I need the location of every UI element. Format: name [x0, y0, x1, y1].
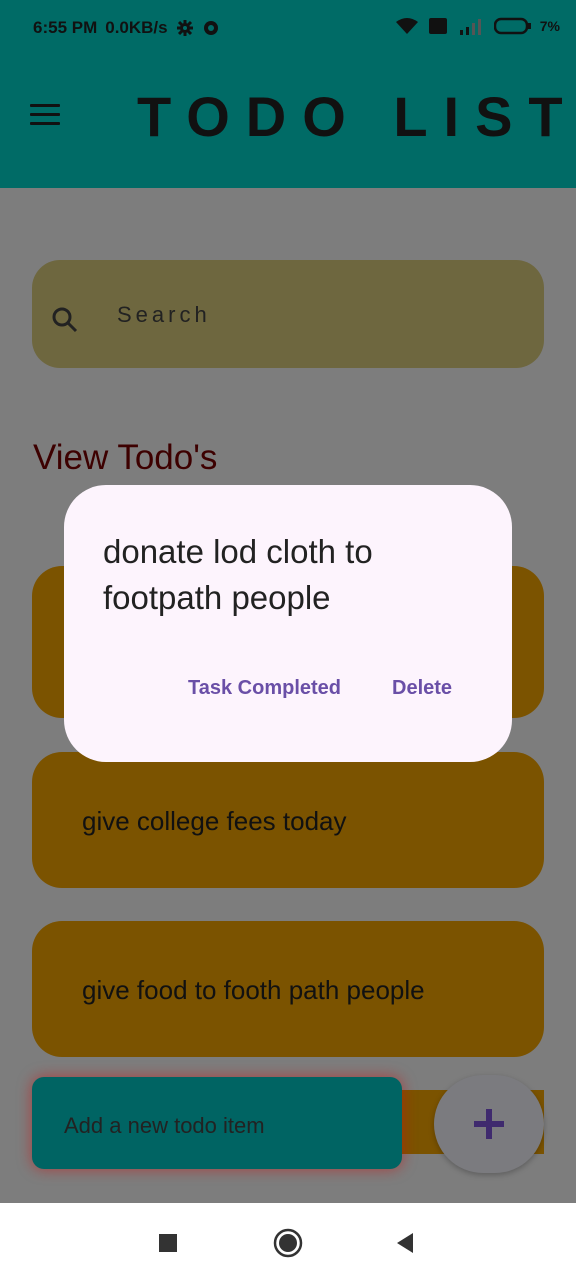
signal-4g-icon: [459, 19, 481, 35]
plus-icon: [474, 1109, 504, 1139]
battery-percent: 7%: [539, 18, 560, 34]
status-bar: 6:55 PM 0.0KB/s 7%: [0, 0, 576, 56]
app-title: TODO LIST: [137, 85, 576, 148]
hamburger-menu-icon[interactable]: [30, 104, 60, 128]
search-placeholder: Search: [117, 302, 211, 327]
search-input[interactable]: [32, 260, 544, 368]
home-icon[interactable]: [273, 1228, 303, 1258]
volte-icon: [428, 18, 447, 34]
todo-text: give food to footh path people: [82, 975, 425, 1005]
settings-gear-icon: [176, 20, 193, 36]
todo-card[interactable]: give food to footh path people: [32, 921, 544, 1057]
notification-app-icon: [203, 21, 218, 35]
status-time: 6:55 PM: [33, 18, 98, 37]
status-right: 7%: [394, 16, 560, 36]
add-todo-button[interactable]: [434, 1075, 544, 1173]
search-icon: [52, 307, 78, 333]
back-icon[interactable]: [395, 1232, 415, 1254]
task-completed-button[interactable]: Task Completed: [188, 677, 341, 700]
battery-icon: [493, 17, 531, 35]
section-title: View Todo's: [33, 438, 218, 477]
todo-text: give college fees today: [82, 806, 347, 836]
recent-apps-icon[interactable]: [158, 1233, 178, 1253]
wifi-icon: [395, 18, 418, 34]
add-todo-placeholder: Add a new todo item: [64, 1113, 265, 1138]
system-nav-bar: [0, 1203, 576, 1280]
todo-action-dialog: donate lod cloth to footpath people Task…: [64, 485, 512, 762]
status-left: 6:55 PM 0.0KB/s: [33, 18, 220, 38]
add-todo-input[interactable]: Add a new todo item: [32, 1077, 402, 1169]
dialog-title: donate lod cloth to footpath people: [103, 533, 373, 616]
status-network-speed: 0.0KB/s: [105, 18, 168, 37]
todo-card[interactable]: give college fees today: [32, 752, 544, 888]
delete-button[interactable]: Delete: [392, 677, 452, 700]
